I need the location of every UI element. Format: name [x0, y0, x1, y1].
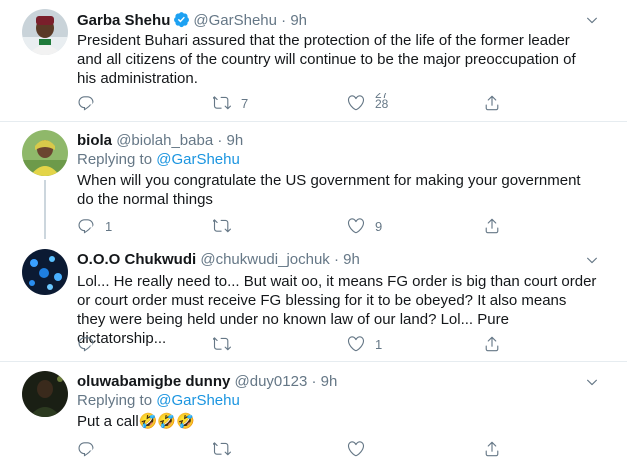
timestamp[interactable]: 9h [343, 251, 360, 268]
reply-icon [77, 335, 95, 353]
author-handle[interactable]: @GarShehu [193, 12, 277, 29]
author-handle[interactable]: @chukwudi_jochuk [200, 251, 329, 268]
tweet-header: Garba Shehu @GarShehu · 9h [77, 11, 307, 30]
retweet-icon [213, 335, 231, 353]
author-name[interactable]: O.O.O Chukwudi [77, 251, 196, 268]
retweet-button[interactable] [213, 334, 241, 354]
like-count-new: 28 [375, 97, 389, 111]
retweet-icon [213, 217, 231, 235]
tweet-header: O.O.O Chukwudi @chukwudi_jochuk · 9h [77, 251, 360, 269]
replying-prefix: Replying to [77, 392, 153, 409]
avatar-chukwudi[interactable] [22, 249, 68, 295]
tweet-text: President Buhari assured that the protec… [77, 32, 576, 87]
tweet-oluwabamigbe[interactable]: oluwabamigbe dunny @duy0123 · 9h Replyin… [0, 362, 627, 464]
retweet-button[interactable]: 7 [213, 93, 248, 113]
replying-mention-link[interactable]: @GarShehu [156, 151, 240, 168]
tweet-chukwudi[interactable]: O.O.O Chukwudi @chukwudi_jochuk · 9h Lol… [0, 239, 627, 361]
chevron-down-icon[interactable] [585, 253, 599, 267]
separator-dot: · [333, 251, 339, 268]
like-button[interactable]: 27 28 [347, 93, 388, 113]
replying-mention-link[interactable]: @GarShehu [156, 392, 240, 409]
author-handle[interactable]: @duy0123 [235, 373, 308, 390]
retweet-icon [213, 440, 231, 458]
reply-icon [77, 94, 95, 112]
author-name[interactable]: Garba Shehu [77, 12, 170, 29]
retweet-button[interactable] [213, 216, 241, 236]
timestamp[interactable]: 9h [290, 12, 307, 29]
author-handle[interactable]: @biolah_baba [116, 132, 213, 149]
like-button[interactable]: 1 [347, 334, 382, 354]
replying-prefix: Replying to [77, 151, 153, 168]
heart-icon [347, 335, 365, 353]
reply-button[interactable] [77, 93, 105, 113]
heart-icon [347, 440, 365, 458]
tweet-text: Put a call🤣🤣🤣 [77, 413, 195, 430]
like-count: 9 [375, 218, 383, 234]
share-icon [483, 335, 501, 353]
replying-to: Replying to @GarShehu [77, 392, 240, 410]
tweet-header: biola @biolah_baba · 9h [77, 132, 243, 150]
verified-badge-icon [173, 11, 190, 28]
share-button[interactable] [483, 439, 501, 459]
like-button[interactable] [347, 439, 375, 459]
avatar-oluwabamigbe[interactable] [22, 371, 68, 417]
like-count-animating: 27 28 [375, 93, 388, 113]
replying-to: Replying to @GarShehu [77, 151, 240, 169]
like-count: 1 [375, 336, 383, 352]
avatar-garba-shehu[interactable] [22, 9, 68, 55]
separator-dot: · [281, 12, 287, 29]
retweet-button[interactable] [213, 439, 241, 459]
reply-button[interactable] [77, 439, 105, 459]
heart-icon [347, 217, 365, 235]
avatar-biola[interactable] [22, 130, 68, 176]
share-icon [483, 94, 501, 112]
tweet-garba-shehu[interactable]: Garba Shehu @GarShehu · 9h President Buha… [0, 0, 627, 121]
author-name[interactable]: biola [77, 132, 112, 149]
tweet-actions: 1 [77, 334, 507, 354]
share-button[interactable] [483, 334, 501, 354]
share-icon [483, 217, 501, 235]
retweet-icon [213, 94, 231, 112]
tweet-actions [77, 439, 507, 459]
heart-icon [347, 94, 365, 112]
separator-dot: · [217, 132, 223, 149]
share-button[interactable] [483, 93, 501, 113]
reply-button[interactable]: 1 [77, 216, 112, 236]
reply-count: 1 [105, 218, 113, 234]
reply-button[interactable] [77, 334, 105, 354]
chevron-down-icon[interactable] [585, 375, 599, 389]
like-button[interactable]: 9 [347, 216, 382, 236]
tweet-text: When will you congratulate the US govern… [77, 172, 581, 208]
chevron-down-icon[interactable] [585, 13, 599, 27]
author-name[interactable]: oluwabamigbe dunny [77, 373, 230, 390]
timestamp[interactable]: 9h [227, 132, 244, 149]
tweet-actions: 1 9 [77, 216, 507, 236]
tweet-header: oluwabamigbe dunny @duy0123 · 9h [77, 373, 337, 391]
timestamp[interactable]: 9h [321, 373, 338, 390]
reply-icon [77, 217, 95, 235]
retweet-count: 7 [241, 95, 249, 111]
reply-icon [77, 440, 95, 458]
share-button[interactable] [483, 216, 501, 236]
share-icon [483, 440, 501, 458]
thread-connector [44, 180, 46, 239]
tweet-actions: 7 27 28 [77, 93, 507, 113]
tweet-biola[interactable]: biola @biolah_baba · 9h Replying to @Gar… [0, 122, 627, 239]
separator-dot: · [311, 373, 317, 390]
